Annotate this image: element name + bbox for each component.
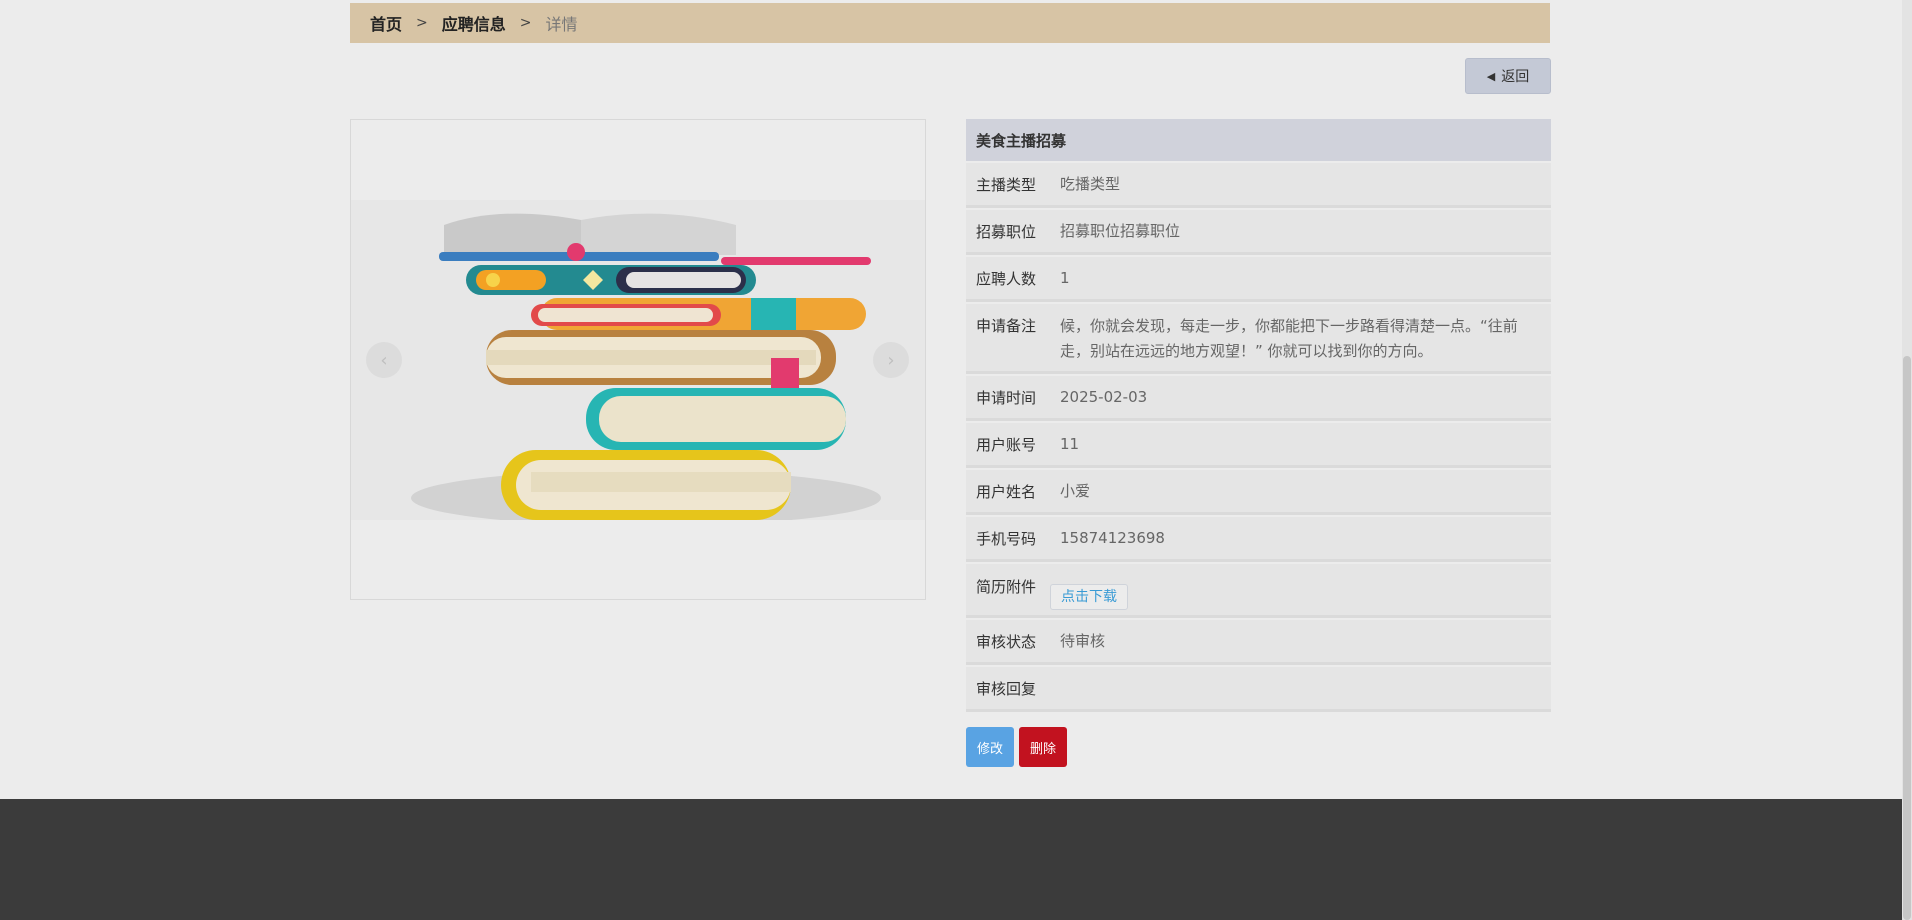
field-label: 主播类型 [976, 175, 1037, 194]
field-row-apply-time: 申请时间 2025-02-03 [966, 376, 1551, 421]
edit-button[interactable]: 修改 [966, 727, 1014, 767]
chevron-right-icon: › [887, 349, 895, 371]
field-value: 小爱 [1060, 481, 1091, 500]
field-row-review-reply: 审核回复 [966, 667, 1551, 712]
field-label: 用户账号 [976, 435, 1037, 454]
carousel-image [351, 200, 925, 526]
field-row-resume: 简历附件 点击下载 [966, 564, 1551, 618]
breadcrumb-section[interactable]: 应聘信息 [442, 11, 506, 35]
back-button[interactable]: ◀ 返回 [1465, 58, 1551, 94]
scrollbar[interactable] [1902, 0, 1912, 920]
delete-button[interactable]: 删除 [1019, 727, 1067, 767]
breadcrumb: 首页 > 应聘信息 > 详情 [350, 3, 1550, 43]
breadcrumb-separator: > [416, 15, 428, 31]
field-label: 申请时间 [976, 388, 1037, 407]
field-value: 15874123698 [1060, 528, 1165, 547]
field-row-user-name: 用户姓名 小爱 [966, 470, 1551, 515]
field-row-review-status: 审核状态 待审核 [966, 620, 1551, 665]
field-row-headcount: 应聘人数 1 [966, 257, 1551, 302]
caret-left-icon: ◀ [1486, 69, 1496, 83]
field-value: 吃播类型 [1060, 174, 1121, 193]
scrollbar-thumb[interactable] [1903, 356, 1911, 920]
books-illustration [411, 213, 881, 526]
chevron-left-icon: ‹ [380, 349, 388, 371]
field-value: 11 [1060, 434, 1080, 453]
field-value: 待审核 [1060, 631, 1106, 650]
field-label: 审核回复 [976, 679, 1037, 698]
breadcrumb-current: 详情 [545, 15, 578, 34]
field-label: 简历附件 [976, 578, 1037, 596]
field-label: 审核状态 [976, 632, 1037, 651]
field-label: 手机号码 [976, 529, 1037, 548]
action-bar: 修改 删除 [966, 727, 1067, 767]
image-carousel: ‹ › [350, 119, 926, 600]
field-value: 招募职位招募职位 [1060, 221, 1181, 240]
field-value: 2025-02-03 [1060, 387, 1148, 406]
field-value: 点击下载 [1050, 576, 1551, 610]
field-row-remark: 申请备注 候，你就会发现，每走一步，你都能把下一步路看得清楚一点。“往前走，别站… [966, 304, 1551, 374]
field-label: 招募职位 [976, 222, 1037, 241]
field-row-anchor-type: 主播类型 吃播类型 [966, 163, 1551, 208]
detail-panel: 美食主播招募 主播类型 吃播类型 招募职位 招募职位招募职位 应聘人数 1 申请… [966, 119, 1551, 714]
field-row-user-account: 用户账号 11 [966, 423, 1551, 468]
detail-title: 美食主播招募 [966, 119, 1551, 161]
field-value: 候，你就会发现，每走一步，你都能把下一步路看得清楚一点。“往前走，别站在远远的地… [1060, 317, 1518, 360]
carousel-next-button[interactable]: › [873, 342, 909, 378]
field-label: 应聘人数 [976, 269, 1037, 288]
back-button-label: 返回 [1501, 69, 1530, 85]
field-row-phone: 手机号码 15874123698 [966, 517, 1551, 562]
field-value: 1 [1060, 268, 1070, 287]
page-footer [0, 799, 1902, 920]
field-label: 用户姓名 [976, 482, 1037, 501]
field-row-position: 招募职位 招募职位招募职位 [966, 210, 1551, 255]
breadcrumb-home[interactable]: 首页 [370, 11, 402, 35]
field-label: 申请备注 [976, 317, 1037, 335]
download-resume-button[interactable]: 点击下载 [1050, 584, 1128, 610]
breadcrumb-separator: > [519, 15, 532, 31]
carousel-prev-button[interactable]: ‹ [366, 342, 402, 378]
